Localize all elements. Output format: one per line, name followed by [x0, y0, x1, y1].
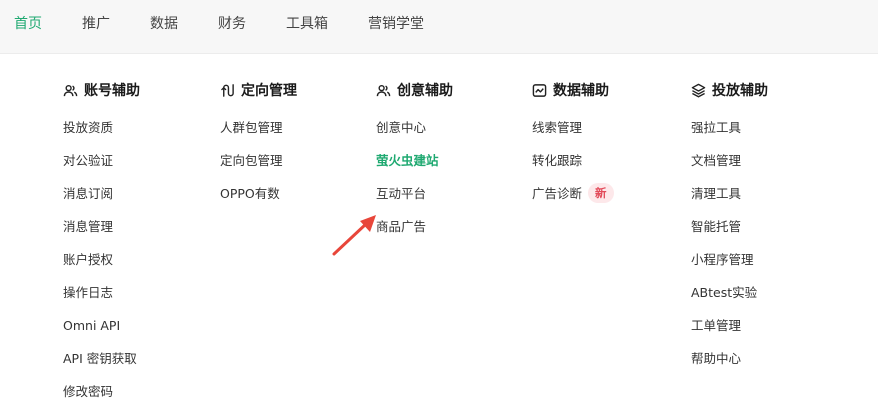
menu-item-document-management[interactable]: 文档管理 [691, 152, 841, 185]
menu-item-ticket-management[interactable]: 工单管理 [691, 317, 841, 350]
menu-item-ad-diagnosis[interactable]: 广告诊断 新 [532, 183, 682, 218]
line-chart-icon [532, 83, 547, 98]
nav-tab-marketing-academy[interactable]: 营销学堂 [368, 15, 424, 33]
nav-tab-promotion[interactable]: 推广 [82, 15, 110, 33]
nav-tab-finance[interactable]: 财务 [218, 15, 246, 33]
menu-item-help-center[interactable]: 帮助中心 [691, 350, 841, 383]
column-account-assist: 账号辅助 投放资质 对公验证 消息订阅 消息管理 账户授权 操作日志 Omni … [63, 80, 213, 412]
column-title: 账号辅助 [84, 83, 140, 99]
menu-item-smart-hosting[interactable]: 智能托管 [691, 218, 841, 251]
menu-item-corporate-verification[interactable]: 对公验证 [63, 152, 213, 185]
target-path-icon [220, 83, 235, 98]
column-header: 定向管理 [220, 80, 370, 100]
user-group-icon [63, 83, 78, 98]
nav-tab-data[interactable]: 数据 [150, 15, 178, 33]
menu-item-cleanup-tool[interactable]: 清理工具 [691, 185, 841, 218]
annotation-arrow-icon [332, 215, 376, 256]
menu-item-conversion-tracking[interactable]: 转化跟踪 [532, 152, 682, 185]
menu-item-targeting-package[interactable]: 定向包管理 [220, 152, 370, 185]
column-header: 创意辅助 [376, 80, 526, 100]
column-title: 数据辅助 [553, 83, 609, 99]
layers-icon [691, 83, 706, 98]
column-header: 账号辅助 [63, 80, 213, 100]
menu-item-message-management[interactable]: 消息管理 [63, 218, 213, 251]
new-badge: 新 [588, 183, 614, 203]
menu-item-api-key[interactable]: API 密钥获取 [63, 350, 213, 383]
menu-item-abtest[interactable]: ABtest实验 [691, 284, 841, 317]
column-data-assist: 数据辅助 线索管理 转化跟踪 广告诊断 新 [532, 80, 682, 218]
menu-item-interactive-platform[interactable]: 互动平台 [376, 185, 526, 218]
menu-item-lead-management[interactable]: 线索管理 [532, 119, 682, 152]
column-delivery-assist: 投放辅助 强拉工具 文档管理 清理工具 智能托管 小程序管理 ABtest实验 … [691, 80, 841, 383]
menu-item-audience-package[interactable]: 人群包管理 [220, 119, 370, 152]
column-title: 创意辅助 [397, 83, 453, 99]
menu-item-mini-program[interactable]: 小程序管理 [691, 251, 841, 284]
menu-item-label: 广告诊断 [532, 186, 583, 201]
nav-tab-toolbox[interactable]: 工具箱 [286, 15, 328, 33]
column-header: 数据辅助 [532, 80, 682, 100]
menu-item-qualification[interactable]: 投放资质 [63, 119, 213, 152]
menu-item-firefly-site-builder[interactable]: 萤火虫建站 [376, 152, 526, 185]
top-navigation-bar: 首页 推广 数据 财务 工具箱 营销学堂 [0, 0, 878, 54]
menu-item-pull-tool[interactable]: 强拉工具 [691, 119, 841, 152]
menu-item-account-authorization[interactable]: 账户授权 [63, 251, 213, 284]
menu-item-product-ads[interactable]: 商品广告 [376, 218, 526, 251]
menu-item-operation-log[interactable]: 操作日志 [63, 284, 213, 317]
column-title: 投放辅助 [712, 83, 768, 99]
menu-item-omni-api[interactable]: Omni API [63, 317, 213, 350]
nav-tab-home[interactable]: 首页 [14, 15, 42, 33]
menu-item-change-password[interactable]: 修改密码 [63, 383, 213, 412]
column-creative-assist: 创意辅助 创意中心 萤火虫建站 互动平台 商品广告 [376, 80, 526, 251]
column-targeting-management: 定向管理 人群包管理 定向包管理 OPPO有数 [220, 80, 370, 218]
menu-item-message-subscription[interactable]: 消息订阅 [63, 185, 213, 218]
toolbox-dropdown-panel: 账号辅助 投放资质 对公验证 消息订阅 消息管理 账户授权 操作日志 Omni … [0, 55, 878, 412]
user-group-icon [376, 83, 391, 98]
column-title: 定向管理 [241, 83, 297, 99]
menu-item-creative-center[interactable]: 创意中心 [376, 119, 526, 152]
column-header: 投放辅助 [691, 80, 841, 100]
